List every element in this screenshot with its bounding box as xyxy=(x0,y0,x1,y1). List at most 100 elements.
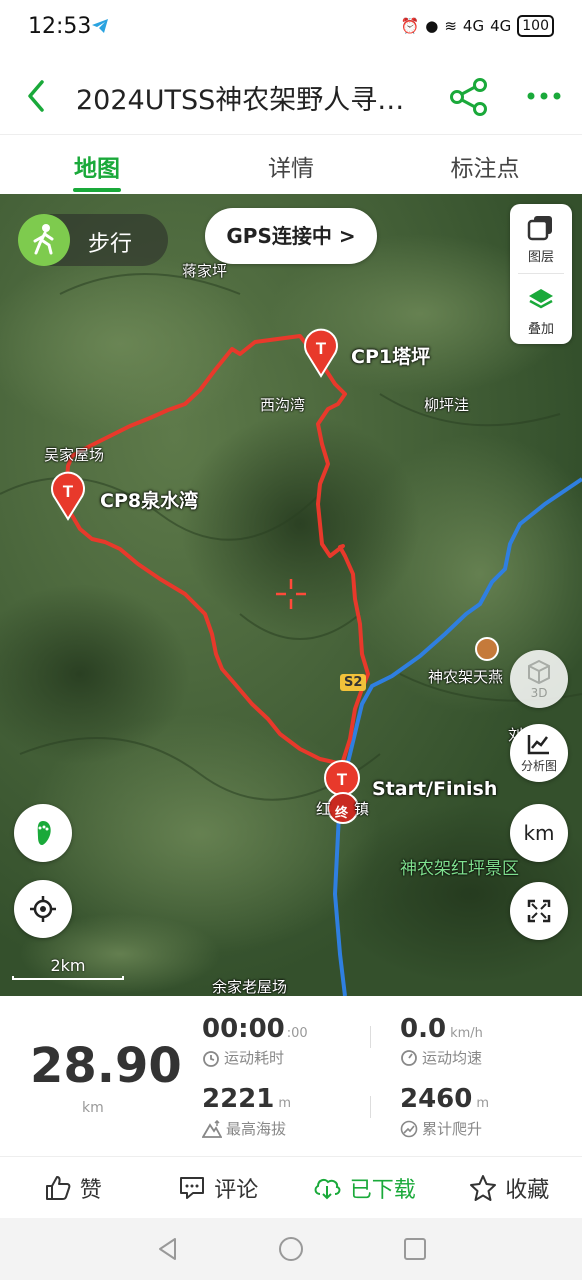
place-label: 镇 xyxy=(354,800,370,818)
tab-waypoints[interactable]: 标注点 xyxy=(388,135,582,194)
speed-label: 运动均速 xyxy=(400,1047,482,1068)
svg-text:T: T xyxy=(63,482,74,501)
svg-text:T: T xyxy=(316,339,327,358)
overlay-label: 叠加 xyxy=(527,322,554,337)
stats-panel: 28.90 km 00:00:00 运动耗时 0.0 km/h 运动均速 2221… xyxy=(0,996,582,1154)
map-view[interactable]: T T T 步行 GPS连接中 > 图层 叠加 蒋家坪 西沟湾 柳坪洼 吴家屋场… xyxy=(0,194,582,996)
cp8-label: CP8泉水湾 xyxy=(100,490,199,512)
distance-value: 28.90 xyxy=(30,1038,182,1094)
status-time: 12:53 xyxy=(28,14,92,39)
telegram-icon xyxy=(92,19,108,33)
tab-bar: 地图 详情 标注点 xyxy=(0,134,582,194)
layers-button[interactable]: 图层 xyxy=(510,204,572,270)
timer-icon xyxy=(203,1050,219,1067)
max-altitude-label: 最高海拔 xyxy=(202,1118,286,1139)
overlay-button[interactable]: 叠加 xyxy=(510,276,572,342)
comment-label: 评论 xyxy=(214,1177,259,1203)
cp1-label: CP1塔坪 xyxy=(351,346,431,368)
time-value: 00:00:00 xyxy=(202,1014,308,1044)
tab-map[interactable]: 地图 xyxy=(0,135,194,194)
walk-mode-pill[interactable]: 步行 xyxy=(18,214,168,266)
nav-back-icon[interactable] xyxy=(155,1236,181,1262)
max-alt-unit: m xyxy=(278,1096,292,1111)
time-main: 00:00 xyxy=(202,1014,285,1044)
star-icon xyxy=(470,1174,497,1201)
end-marker-label: 终 xyxy=(335,806,349,821)
place-label: 余家老屋场 xyxy=(212,978,288,996)
page-title: 2024UTSS神农架野人寻… xyxy=(76,85,405,116)
signal-icon-1: 4G xyxy=(462,17,485,35)
nav-home-icon[interactable] xyxy=(278,1236,304,1262)
battery-icon: 100 xyxy=(517,15,554,37)
place-label: 西沟湾 xyxy=(260,396,306,414)
max-alt-label-text: 最高海拔 xyxy=(226,1120,287,1138)
analysis-label: 分析图 xyxy=(520,759,557,773)
svg-text:T: T xyxy=(337,770,348,789)
location-icon: ● xyxy=(425,17,439,35)
like-button[interactable]: 赞 xyxy=(0,1157,146,1218)
overlay-stack-icon xyxy=(529,289,553,309)
road-badge: S2 xyxy=(340,674,367,691)
time-label: 运动耗时 xyxy=(202,1047,284,1068)
stats-divider xyxy=(370,1096,371,1118)
scale-bar xyxy=(12,976,124,980)
3d-label: 3D xyxy=(530,685,548,700)
climb-value: 2460 m xyxy=(400,1084,489,1114)
footprint-button[interactable] xyxy=(14,804,72,862)
max-alt-main: 2221 xyxy=(202,1084,275,1114)
gps-status-button[interactable]: GPS连接中 > xyxy=(205,208,377,264)
more-dots-icon[interactable] xyxy=(524,84,564,108)
distance-unit: km xyxy=(82,1100,104,1116)
climb-main: 2460 xyxy=(400,1084,473,1114)
tab-details[interactable]: 详情 xyxy=(194,135,388,194)
chart-line-icon xyxy=(527,735,549,755)
layers-icon xyxy=(527,216,552,241)
climb-label: 累计爬升 xyxy=(400,1118,482,1139)
layer-panel: 图层 叠加 xyxy=(510,204,572,344)
km-button[interactable]: km xyxy=(510,804,568,862)
speed-main: 0.0 xyxy=(400,1014,447,1044)
favorite-button[interactable]: 收藏 xyxy=(437,1157,582,1218)
action-bar: 赞 评论 已下载 收藏 xyxy=(0,1156,582,1218)
speed-value: 0.0 km/h xyxy=(400,1014,483,1044)
back-icon[interactable] xyxy=(18,76,58,116)
fullscreen-button[interactable] xyxy=(510,882,568,940)
layers-label: 图层 xyxy=(527,250,554,265)
place-label: 柳坪洼 xyxy=(424,396,470,414)
cube-icon xyxy=(528,659,550,684)
downloaded-button[interactable]: 已下载 xyxy=(291,1157,437,1218)
place-label: 神农架红坪景区 xyxy=(400,859,519,879)
km-label: km xyxy=(523,821,555,845)
climb-label-text: 累计爬升 xyxy=(422,1120,483,1138)
status-bar: 12:53 ⏰ ● ≋ 4G 4G 100 xyxy=(0,0,582,58)
start-finish-label: Start/Finish xyxy=(372,778,498,800)
layer-divider xyxy=(518,273,564,274)
thumbs-up-icon xyxy=(45,1175,71,1200)
scale-label: 2km xyxy=(50,956,86,975)
nav-recents-icon[interactable] xyxy=(402,1236,428,1262)
analysis-button[interactable]: 分析图 xyxy=(510,724,568,782)
cloud-download-icon xyxy=(314,1178,341,1199)
status-icons: ⏰ ● ≋ 4G 4G 100 xyxy=(401,15,554,37)
comment-button[interactable]: 评论 xyxy=(146,1157,292,1218)
speed-label-text: 运动均速 xyxy=(422,1049,483,1067)
locate-icon xyxy=(30,896,56,922)
place-label: 红 xyxy=(316,800,332,818)
wifi-icon: ≋ xyxy=(444,17,457,35)
walk-mode-label: 步行 xyxy=(88,232,133,257)
3d-button[interactable]: 3D xyxy=(510,650,568,708)
comment-icon xyxy=(180,1176,205,1199)
place-label: 神农架天燕 xyxy=(428,668,504,686)
place-label: 吴家屋场 xyxy=(44,446,105,464)
locate-button[interactable] xyxy=(14,880,72,938)
time-seconds: :00 xyxy=(286,1026,308,1041)
time-label-text: 运动耗时 xyxy=(224,1049,285,1067)
share-icon[interactable] xyxy=(448,76,490,118)
system-nav-bar xyxy=(0,1218,582,1280)
title-bar: 2024UTSS神农架野人寻… xyxy=(0,58,582,134)
walking-icon xyxy=(18,214,70,266)
climb-unit: m xyxy=(476,1096,490,1111)
speedometer-icon xyxy=(401,1049,417,1066)
max-altitude-value: 2221 m xyxy=(202,1084,291,1114)
stats-divider xyxy=(370,1026,371,1048)
